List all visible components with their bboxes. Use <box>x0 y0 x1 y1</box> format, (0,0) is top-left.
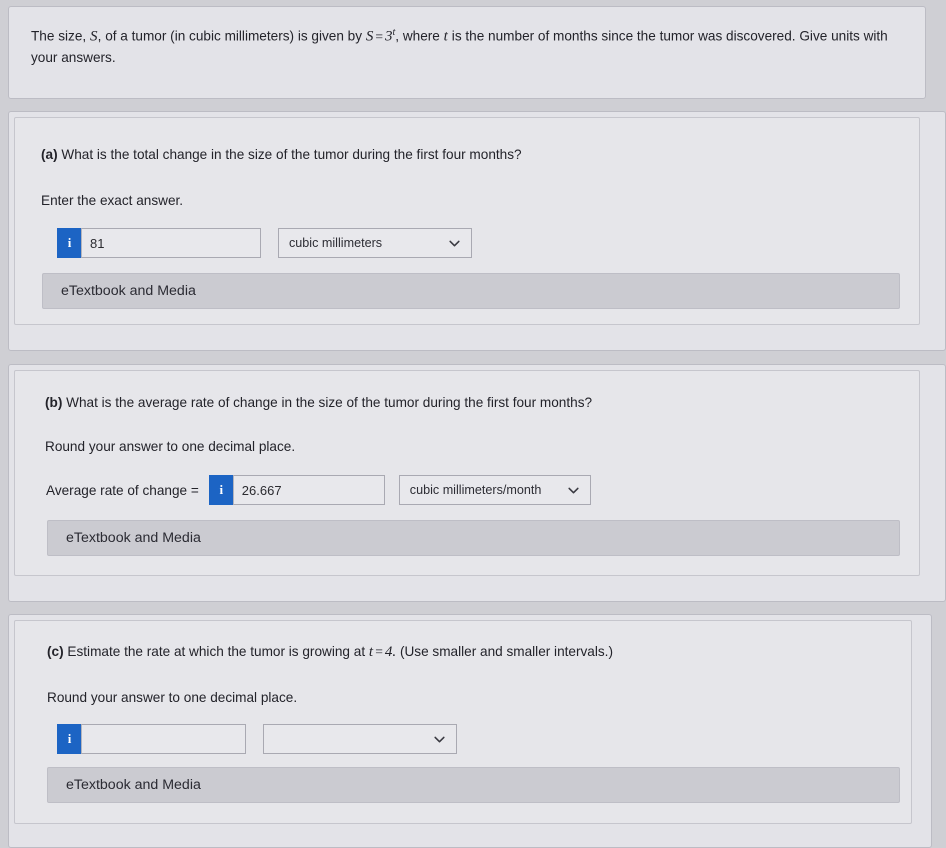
stem-equation-base: 3 <box>385 28 393 45</box>
question-part-a-instruction-text: Enter the exact answer. <box>41 193 184 208</box>
chevron-down-icon <box>433 733 446 746</box>
chevron-down-icon <box>448 237 461 250</box>
answer-input[interactable] <box>81 228 261 258</box>
question-part-c-label: (c) <box>47 644 64 659</box>
question-part-c-equals: = <box>375 644 383 659</box>
question-part-c-text: (c) Estimate the rate at which the tumor… <box>47 642 613 663</box>
unit-select[interactable] <box>263 724 457 754</box>
question-part-a-card: (a) What is the total change in the size… <box>8 111 946 351</box>
question-part-a-answer-row: i cubic millimeters <box>57 228 472 258</box>
average-rate-of-change-label: Average rate of change = <box>46 482 199 498</box>
chevron-down-icon <box>567 484 580 497</box>
stem-part-2: , of a tumor (in cubic millimeters) is g… <box>97 28 366 44</box>
question-part-b-card: (b) What is the average rate of change i… <box>8 364 946 602</box>
question-part-c-prompt-pre: Estimate the rate at which the tumor is … <box>67 644 369 659</box>
question-part-b-answer-row: Average rate of change = i cubic millime… <box>46 475 591 505</box>
stem-part-1: The size, <box>31 28 90 44</box>
answer-input[interactable] <box>232 475 385 505</box>
etextbook-label: eTextbook and Media <box>66 777 201 793</box>
question-part-c-instruction: Round your answer to one decimal place. <box>47 688 297 707</box>
question-part-a-label: (a) <box>41 147 58 162</box>
question-part-c-prompt-post: (Use smaller and smaller intervals.) <box>396 644 613 659</box>
unit-select-value: cubic millimeters/month <box>409 483 542 497</box>
etextbook-and-media-button[interactable]: eTextbook and Media <box>47 520 900 556</box>
unit-select[interactable]: cubic millimeters <box>278 228 472 258</box>
question-part-c-input-group: i <box>57 724 246 754</box>
question-part-c-answer-row: i <box>57 724 457 754</box>
question-part-b-prompt: What is the average rate of change in th… <box>66 395 593 410</box>
question-part-b-input-group: i <box>208 475 385 505</box>
etextbook-and-media-button[interactable]: eTextbook and Media <box>47 767 900 803</box>
question-part-b-label: (b) <box>45 395 63 410</box>
question-part-a-text: (a) What is the total change in the size… <box>41 145 522 164</box>
question-part-c-instruction-text: Round your answer to one decimal place. <box>47 690 298 705</box>
problem-stem-card: The size, S, of a tumor (in cubic millim… <box>8 6 926 99</box>
question-part-a-instruction: Enter the exact answer. <box>41 191 183 210</box>
stem-variable-S: S <box>89 28 98 45</box>
etextbook-label: eTextbook and Media <box>66 530 201 546</box>
answer-input[interactable] <box>81 724 246 754</box>
unit-select[interactable]: cubic millimeters/month <box>398 475 591 505</box>
question-part-a-prompt: What is the total change in the size of … <box>61 147 522 162</box>
question-page: The size, S, of a tumor (in cubic millim… <box>0 0 946 848</box>
question-part-b-instruction-text: Round your answer to one decimal place. <box>45 439 296 454</box>
info-icon[interactable]: i <box>57 724 81 754</box>
stem-equation-equals: = <box>375 28 383 44</box>
unit-select-value: cubic millimeters <box>289 236 383 250</box>
question-part-c-value: 4. <box>384 644 397 660</box>
info-icon[interactable]: i <box>208 475 233 505</box>
question-part-c-card: (c) Estimate the rate at which the tumor… <box>8 614 932 848</box>
info-icon[interactable]: i <box>57 228 81 258</box>
etextbook-and-media-button[interactable]: eTextbook and Media <box>42 273 900 309</box>
stem-part-3: , where <box>395 28 444 44</box>
problem-stem-text: The size, S, of a tumor (in cubic millim… <box>31 25 901 68</box>
question-part-a-input-group: i <box>57 228 261 258</box>
etextbook-label: eTextbook and Media <box>61 283 196 299</box>
question-part-b-instruction: Round your answer to one decimal place. <box>45 437 295 456</box>
question-part-b-text: (b) What is the average rate of change i… <box>45 393 592 412</box>
